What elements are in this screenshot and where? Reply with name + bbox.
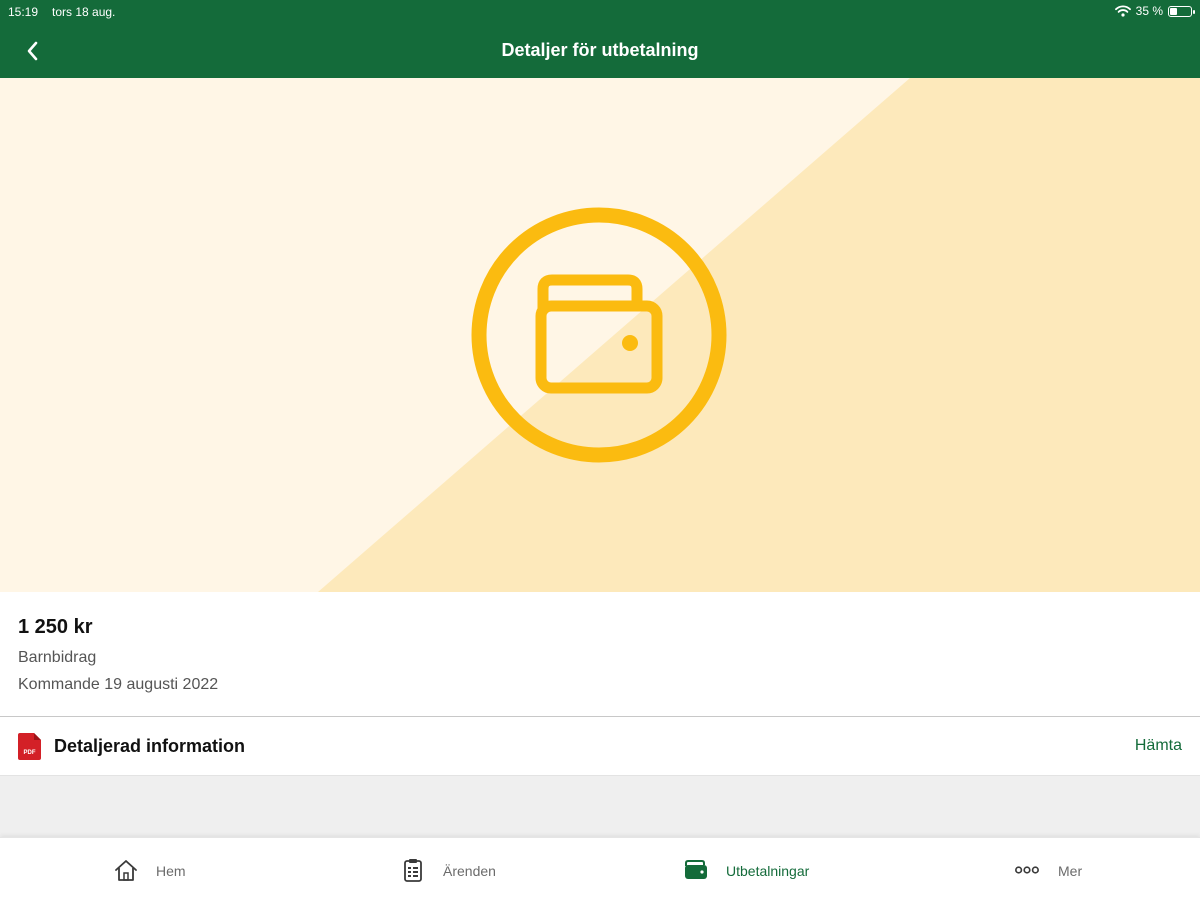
tab-label: Ärenden [443, 863, 496, 879]
tab-arenden[interactable]: Ärenden [300, 838, 600, 900]
status-right: 35 % [1114, 4, 1195, 18]
wifi-icon [1114, 5, 1131, 17]
more-dots-icon [1015, 866, 1039, 874]
battery-icon [1168, 5, 1195, 17]
home-icon [115, 860, 137, 881]
pdf-icon: PDF [18, 733, 41, 760]
page-title: Detaljer för utbetalning [501, 40, 699, 60]
svg-text:PDF: PDF [24, 750, 36, 756]
payment-amount: 1 250 kr [18, 616, 93, 638]
clipboard-icon [404, 859, 422, 882]
document-row[interactable]: PDF Detaljerad information Hämta [0, 717, 1200, 775]
empty-area [0, 775, 1200, 837]
tab-hem[interactable]: Hem [0, 838, 300, 900]
tab-mer[interactable]: Mer [900, 838, 1200, 900]
payment-date: Kommande 19 augusti 2022 [18, 676, 219, 693]
hero-banner [0, 78, 1200, 592]
status-bar: 15:19 tors 18 aug. 35 % [0, 0, 1200, 24]
payment-summary: 1 250 kr Barnbidrag Kommande 19 augusti … [0, 592, 1200, 716]
document-label: Detaljerad information [54, 736, 246, 756]
battery-percent: 35 % [1135, 4, 1163, 18]
wallet-icon [471, 207, 727, 463]
tab-label: Hem [156, 863, 186, 879]
download-link[interactable]: Hämta [1135, 737, 1182, 755]
tab-label: Utbetalningar [726, 863, 810, 879]
wallet-icon [685, 860, 707, 879]
status-date: tors 18 aug. [52, 5, 116, 19]
status-time: 15:19 [8, 5, 39, 19]
header: Detaljer för utbetalning [0, 24, 1200, 78]
tab-bar: Hem Ärenden Utbetalningar Mer [0, 837, 1200, 900]
payment-type: Barnbidrag [18, 649, 97, 666]
tab-label: Mer [1058, 863, 1083, 879]
tab-utbetalningar[interactable]: Utbetalningar [600, 838, 900, 900]
